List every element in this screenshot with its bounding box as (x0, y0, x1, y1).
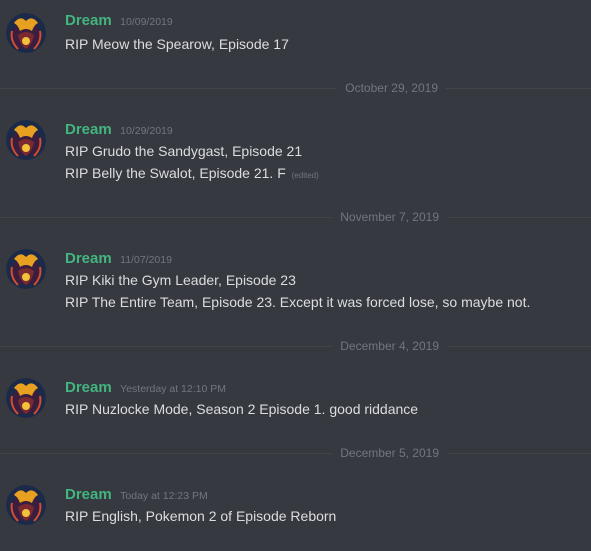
date-divider-label: December 4, 2019 (332, 339, 447, 353)
divider-rule (0, 88, 591, 89)
date-divider-label: November 7, 2019 (332, 210, 447, 224)
avatar[interactable] (6, 249, 46, 289)
message-text: RIP Meow the Spearow, Episode 17 (65, 36, 289, 52)
avatar[interactable] (6, 120, 46, 160)
message-header: Dream Today at 12:23 PM (65, 486, 208, 504)
divider-rule (0, 346, 591, 347)
timestamp[interactable]: Yesterday at 12:10 PM (120, 383, 226, 395)
avatar[interactable] (6, 13, 46, 53)
date-divider-label: October 29, 2019 (337, 81, 446, 95)
message-text: RIP Belly the Swalot, Episode 21. F (edi… (65, 165, 319, 181)
timestamp[interactable]: 10/29/2019 (120, 125, 173, 137)
timestamp[interactable]: 11/07/2019 (120, 254, 172, 266)
username[interactable]: Dream (65, 379, 112, 396)
date-divider: November 7, 2019 (0, 210, 591, 224)
message-text: RIP Grudo the Sandygast, Episode 21 (65, 143, 303, 159)
edited-marker: (edited) (291, 171, 319, 180)
message-text: RIP The Entire Team, Episode 23. Except … (65, 294, 531, 310)
message-text: RIP English, Pokemon 2 of Episode Reborn (65, 508, 337, 524)
message-header: Dream 11/07/2019 (65, 250, 172, 268)
avatar-icon (6, 249, 46, 289)
chat-messages: Dream 10/09/2019 RIP Meow the Spearow, E… (0, 0, 591, 551)
date-divider: December 4, 2019 (0, 339, 591, 353)
username[interactable]: Dream (65, 121, 112, 138)
message-header: Dream 10/29/2019 (65, 121, 173, 139)
message-text-content: RIP Belly the Swalot, Episode 21. F (65, 165, 286, 181)
date-divider-label: December 5, 2019 (332, 446, 447, 460)
divider-rule (0, 217, 591, 218)
username[interactable]: Dream (65, 12, 112, 29)
avatar-icon (6, 13, 46, 53)
message-header: Dream Yesterday at 12:10 PM (65, 379, 226, 397)
message-text: RIP Nuzlocke Mode, Season 2 Episode 1. g… (65, 401, 419, 417)
message-header: Dream 10/09/2019 (65, 12, 173, 30)
avatar[interactable] (6, 485, 46, 525)
avatar-icon (6, 120, 46, 160)
username[interactable]: Dream (65, 486, 112, 503)
username[interactable]: Dream (65, 250, 112, 267)
date-divider: October 29, 2019 (0, 81, 591, 95)
divider-rule (0, 453, 591, 454)
message-text: RIP Kiki the Gym Leader, Episode 23 (65, 272, 296, 288)
avatar-icon (6, 378, 46, 418)
timestamp[interactable]: Today at 12:23 PM (120, 490, 208, 502)
avatar-icon (6, 485, 46, 525)
avatar[interactable] (6, 378, 46, 418)
date-divider: December 5, 2019 (0, 446, 591, 460)
timestamp[interactable]: 10/09/2019 (120, 16, 173, 28)
